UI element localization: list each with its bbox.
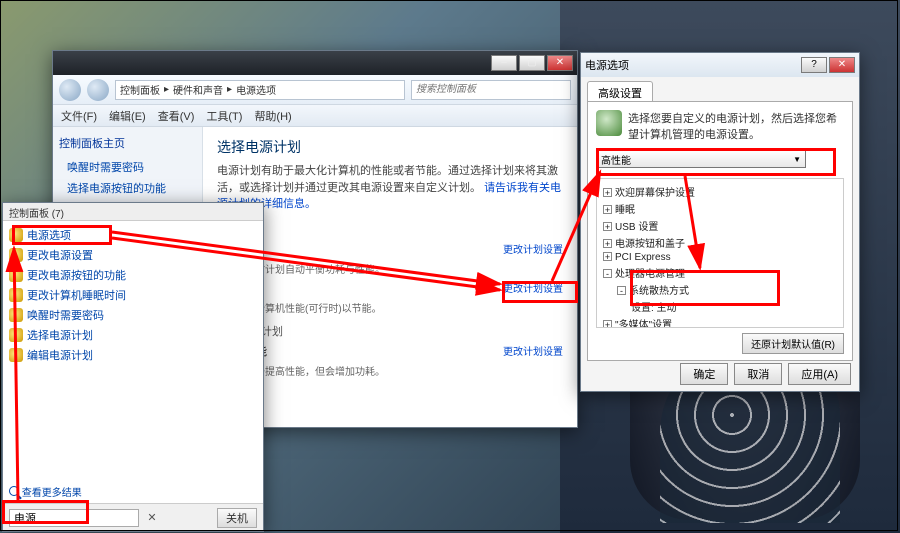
breadcrumb[interactable]: 控制面板 ▸ 硬件和声音 ▸ 电源选项 xyxy=(115,80,405,100)
clear-search-button[interactable]: ✕ xyxy=(145,511,159,525)
menu-tools[interactable]: 工具(T) xyxy=(206,108,242,124)
adv-tabrow: 高级设置 xyxy=(581,77,859,101)
battery-icon xyxy=(9,248,23,262)
plan-select[interactable]: 高性能 ▼ xyxy=(596,150,806,168)
result-edit-plan[interactable]: 编辑电源计划 xyxy=(9,345,257,365)
start-search-panel: 控制面板 (7) 电源选项 更改电源设置 更改电源按钮的功能 更改计算机睡眠时间… xyxy=(2,202,264,532)
restore-defaults-button[interactable]: 还原计划默认值(R) xyxy=(742,333,844,354)
nav-forward-icon[interactable] xyxy=(87,79,109,101)
adv-title: 电源选项 xyxy=(585,57,629,73)
battery-icon xyxy=(9,268,23,282)
advanced-settings-dialog: 电源选项 ? ✕ 高级设置 选择您要自定义的电源计划，然后选择您希望计算机管理的… xyxy=(580,52,860,392)
change-plan1-link[interactable]: 更改计划设置 xyxy=(503,241,563,256)
nav-back-icon[interactable] xyxy=(59,79,81,101)
sidebar-link-buttons[interactable]: 选择电源按钮的功能 xyxy=(67,180,196,196)
search-footer: ✕ 关机 xyxy=(3,503,263,531)
menu-file[interactable]: 文件(F) xyxy=(61,108,97,124)
adv-help-button[interactable]: ? xyxy=(801,57,827,73)
settings-tree[interactable]: +欢迎屏幕保护设置 +睡眠 +USB 设置 +电源按钮和盖子 +PCI Expr… xyxy=(596,178,844,328)
sidebar-home[interactable]: 控制面板主页 xyxy=(59,135,196,151)
battery-icon xyxy=(9,348,23,362)
result-change-settings[interactable]: 更改电源设置 xyxy=(9,245,257,265)
cancel-button[interactable]: 取消 xyxy=(734,363,782,385)
expand-icon[interactable]: + xyxy=(603,239,612,248)
search-icon xyxy=(9,486,19,496)
battery-icon xyxy=(9,228,23,242)
maximize-button[interactable]: ▢ xyxy=(519,55,545,71)
breadcrumb-page[interactable]: 电源选项 xyxy=(236,82,276,97)
see-all-results[interactable]: 查看更多结果 xyxy=(9,484,82,499)
shutdown-button[interactable]: 关机 xyxy=(217,508,257,528)
ok-button[interactable]: 确定 xyxy=(680,363,728,385)
result-button-func[interactable]: 更改电源按钮的功能 xyxy=(9,265,257,285)
breadcrumb-root[interactable]: 控制面板 xyxy=(120,82,160,97)
page-desc: 电源计划有助于最大化计算机的性能或者节能。通过选择计划来将其激活，或选择计划并通… xyxy=(217,163,563,213)
menu-edit[interactable]: 编辑(E) xyxy=(109,108,146,124)
expand-icon[interactable]: + xyxy=(603,222,612,231)
section-additional[interactable]: 隐藏附加计划 xyxy=(217,323,563,339)
result-choose-plan[interactable]: 选择电源计划 xyxy=(9,325,257,345)
cp-titlebar[interactable]: – ▢ ✕ xyxy=(53,51,577,75)
start-search-input[interactable] xyxy=(9,509,139,527)
plan3-desc: 有利于提高性能，但会增加功耗。 xyxy=(235,363,563,378)
section-preferred: 首选计划 xyxy=(217,221,563,237)
apply-button[interactable]: 应用(A) xyxy=(788,363,851,385)
menu-help[interactable]: 帮助(H) xyxy=(254,108,291,124)
result-wake-password[interactable]: 唤醒时需要密码 xyxy=(9,305,257,325)
battery-icon xyxy=(9,308,23,322)
chevron-down-icon: ▼ xyxy=(793,155,801,164)
cooling-value[interactable]: 设置: 主动 xyxy=(599,298,841,315)
collapse-icon[interactable]: - xyxy=(617,286,626,295)
menu-view[interactable]: 查看(V) xyxy=(158,108,195,124)
page-title: 选择电源计划 xyxy=(217,137,563,157)
close-button[interactable]: ✕ xyxy=(547,55,573,71)
power-plan-icon xyxy=(596,110,622,136)
change-plan3-link[interactable]: 更改计划设置 xyxy=(503,343,563,358)
expand-icon[interactable]: + xyxy=(603,320,612,328)
plan-select-value: 高性能 xyxy=(601,152,631,167)
collapse-icon[interactable]: - xyxy=(603,269,612,278)
battery-icon xyxy=(9,328,23,342)
minimize-button[interactable]: – xyxy=(491,55,517,71)
breadcrumb-cat[interactable]: 硬件和声音 xyxy=(173,82,223,97)
plan1-desc: 需要时计划自动平衡功耗与性能。 xyxy=(235,261,563,276)
search-header: 控制面板 (7) xyxy=(3,203,263,221)
expand-icon[interactable]: + xyxy=(603,188,612,197)
adv-close-button[interactable]: ✕ xyxy=(829,57,855,73)
adv-panel: 选择您要自定义的电源计划，然后选择您希望计算机管理的电源设置。 高性能 ▼ +欢… xyxy=(587,101,853,361)
search-results-list: 电源选项 更改电源设置 更改电源按钮的功能 更改计算机睡眠时间 唤醒时需要密码 … xyxy=(3,221,263,369)
sidebar-link-wakepass[interactable]: 唤醒时需要密码 xyxy=(67,159,196,175)
adv-desc: 选择您要自定义的电源计划，然后选择您希望计算机管理的电源设置。 xyxy=(596,110,844,142)
result-power-options[interactable]: 电源选项 xyxy=(9,225,257,245)
expand-icon[interactable]: + xyxy=(603,252,612,261)
result-sleep-time[interactable]: 更改计算机睡眠时间 xyxy=(9,285,257,305)
menubar: 文件(F) 编辑(E) 查看(V) 工具(T) 帮助(H) xyxy=(53,105,577,127)
change-plan2-link[interactable]: 更改计划设置 xyxy=(503,280,563,295)
plan2-desc: 降低计算机性能(可行时)以节能。 xyxy=(235,300,563,315)
expand-icon[interactable]: + xyxy=(603,205,612,214)
adv-titlebar[interactable]: 电源选项 ? ✕ xyxy=(581,53,859,77)
battery-icon xyxy=(9,288,23,302)
cp-search-input[interactable] xyxy=(411,80,571,100)
cp-navbar: 控制面板 ▸ 硬件和声音 ▸ 电源选项 xyxy=(53,75,577,105)
dialog-footer: 确定 取消 应用(A) xyxy=(680,363,851,385)
